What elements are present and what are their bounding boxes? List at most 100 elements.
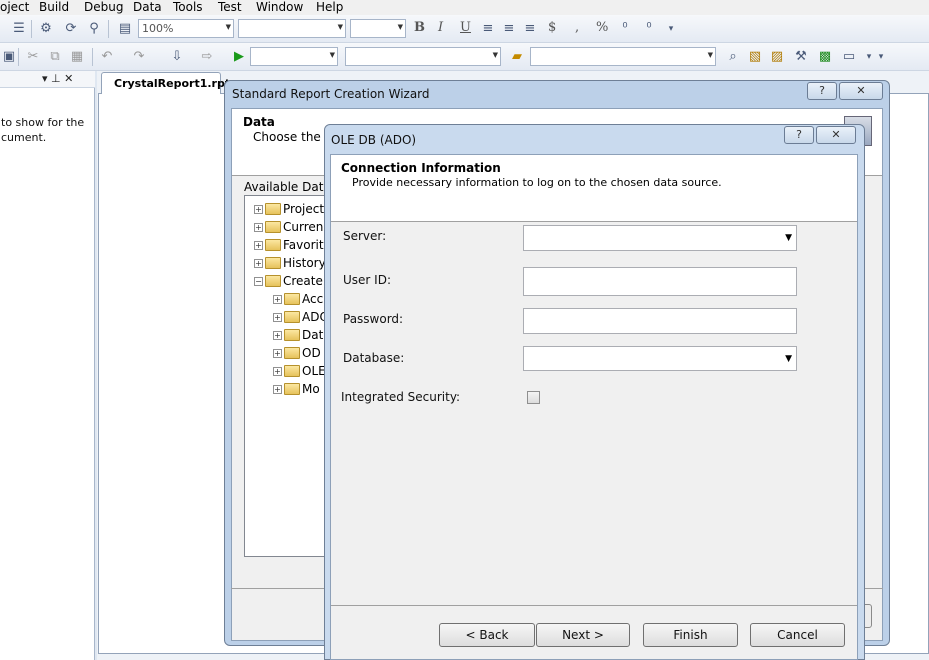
tree-item-history[interactable]: + History — [254, 254, 326, 272]
collapse-icon[interactable]: − — [254, 276, 263, 286]
tree-item-access[interactable]: + Acc — [273, 290, 323, 308]
menu-build[interactable]: Build — [39, 0, 69, 14]
align-left-icon[interactable]: ≡ — [479, 21, 497, 37]
available-data-label: Available Data — [244, 180, 331, 194]
connection-info-title: Connection Information — [341, 161, 501, 175]
menu-test[interactable]: Test — [218, 0, 242, 14]
increase-decimal-icon[interactable]: ⁰ — [616, 21, 634, 37]
server-combo[interactable]: ▼ — [523, 225, 797, 251]
menu-window[interactable]: Window — [256, 0, 303, 14]
find-icon[interactable]: ⌕ — [724, 49, 742, 65]
tree-item-project[interactable]: + Project — [254, 200, 324, 218]
userid-field[interactable] — [523, 267, 797, 296]
zoom-combo[interactable]: 100% ▼ — [138, 19, 234, 38]
align-center-icon[interactable]: ≡ — [500, 21, 518, 37]
tab-crystalreport1[interactable]: CrystalReport1.rpt — [101, 72, 230, 94]
database-combo[interactable]: ▼ — [523, 346, 797, 371]
save-icon[interactable]: ▣ — [0, 49, 18, 65]
properties-icon[interactable]: ☰ — [10, 21, 28, 37]
tree-item-create[interactable]: − Create — [254, 272, 323, 290]
find-combo[interactable]: ▼ — [530, 47, 716, 66]
tree-item-label: Mo — [302, 382, 320, 396]
font-size-combo[interactable]: ▼ — [350, 19, 406, 38]
expand-icon[interactable]: + — [273, 348, 282, 358]
integrated-security-checkbox[interactable] — [527, 391, 540, 404]
tree-item-ado[interactable]: + ADO — [273, 308, 329, 326]
browse-icon[interactable]: ▰ — [508, 49, 526, 65]
currency-button[interactable]: $ — [548, 20, 556, 35]
italic-button[interactable]: I — [438, 20, 443, 35]
pin-close-controls[interactable]: ▾ ⊥ ✕ — [42, 72, 73, 85]
align-right-icon[interactable]: ≡ — [521, 21, 539, 37]
tree-item-database[interactable]: + Dat — [273, 326, 323, 344]
navigate-forward-icon[interactable]: ⇨ — [198, 49, 216, 65]
menu-help[interactable]: Help — [316, 0, 343, 14]
navigate-icon[interactable]: ⇩ — [168, 49, 186, 65]
tools-icon[interactable]: ⚒ — [792, 49, 810, 65]
wizard-help-button[interactable]: ? — [807, 82, 837, 100]
chevron-down-icon: ▼ — [225, 23, 231, 31]
decrease-decimal-icon[interactable]: ⁰ — [640, 21, 658, 37]
userid-label: User ID: — [343, 273, 391, 287]
properties-window-icon[interactable]: ▨ — [768, 49, 786, 65]
data-source-tree[interactable]: + Project + Curren + Favorit + History − Crea… — [244, 195, 329, 557]
expand-icon[interactable]: + — [254, 240, 263, 250]
percent-button[interactable]: % — [596, 20, 608, 35]
tree-item-favorites[interactable]: + Favorit — [254, 236, 324, 254]
expand-icon[interactable]: + — [254, 222, 263, 232]
folder-icon — [284, 347, 300, 359]
run-icon[interactable]: ▶ — [230, 49, 248, 65]
tree-item-current[interactable]: + Curren — [254, 218, 323, 236]
paste-icon[interactable]: ▦ — [68, 49, 86, 65]
tree-item-odbc[interactable]: + OD — [273, 344, 321, 362]
oledb-close-button[interactable]: ✕ — [816, 126, 856, 144]
toolbar-overflow-icon[interactable]: ▾ — [662, 21, 680, 37]
format-toolbar: ☰ ⚙ ⟳ ⚲ ▤ 100% ▼ ▼ ▼ B I U ≡ ≡ ≡ $ , % ⁰… — [0, 15, 929, 43]
toolbar-overflow-icon[interactable]: ▾ — [872, 49, 890, 65]
command-window-icon[interactable]: ▭ — [840, 49, 858, 65]
tree-item-oledb[interactable]: + OLE — [273, 362, 326, 380]
menu-debug[interactable]: Debug — [84, 0, 123, 14]
chevron-down-icon: ▼ — [785, 233, 792, 243]
side-panel-message-line2: cument. — [1, 131, 47, 144]
password-field[interactable] — [523, 308, 797, 334]
thousands-button[interactable]: , — [575, 20, 579, 35]
cut-icon[interactable]: ✂ — [24, 49, 42, 65]
cancel-button[interactable]: Cancel — [750, 623, 845, 647]
oledb-help-button[interactable]: ? — [784, 126, 814, 144]
expand-icon[interactable]: + — [273, 330, 282, 340]
report-icon[interactable]: ▤ — [116, 21, 134, 37]
wizard-close-button[interactable]: ✕ — [839, 82, 883, 100]
expand-icon[interactable]: + — [254, 204, 263, 214]
menu-tools[interactable]: Tools — [173, 0, 203, 14]
tree-item-more[interactable]: + Mo — [273, 380, 320, 398]
refresh-icon[interactable]: ⟳ — [62, 21, 80, 37]
finish-button[interactable]: Finish — [643, 623, 738, 647]
next-button[interactable]: Next > — [536, 623, 630, 647]
undo-icon[interactable]: ↶ — [98, 49, 116, 65]
link-icon[interactable]: ⚲ — [85, 21, 103, 37]
redo-icon[interactable]: ↷ — [130, 49, 148, 65]
menu-bar: oject Build Debug Data Tools Test Window… — [0, 0, 929, 15]
expand-icon[interactable]: + — [273, 312, 282, 322]
binding-icon[interactable]: ⚙ — [37, 21, 55, 37]
expand-icon[interactable]: + — [273, 384, 282, 394]
toolbox-icon[interactable]: ▩ — [816, 49, 834, 65]
back-button[interactable]: < Back — [439, 623, 535, 647]
folder-icon — [284, 329, 300, 341]
menu-data[interactable]: Data — [133, 0, 162, 14]
password-label: Password: — [343, 312, 404, 326]
expand-icon[interactable]: + — [273, 294, 282, 304]
solution-explorer-icon[interactable]: ▧ — [746, 49, 764, 65]
connection-info-header: Connection Information Provide necessary… — [331, 155, 857, 222]
copy-icon[interactable]: ⧉ — [46, 49, 64, 65]
platform-combo[interactable]: ▼ — [345, 47, 501, 66]
tree-item-label: Acc — [302, 292, 324, 306]
underline-button[interactable]: U — [460, 20, 471, 35]
expand-icon[interactable]: + — [254, 258, 263, 268]
menu-project[interactable]: oject — [0, 0, 29, 14]
font-combo[interactable]: ▼ — [238, 19, 346, 38]
solution-config-combo[interactable]: ▼ — [250, 47, 338, 66]
expand-icon[interactable]: + — [273, 366, 282, 376]
bold-button[interactable]: B — [414, 20, 425, 35]
